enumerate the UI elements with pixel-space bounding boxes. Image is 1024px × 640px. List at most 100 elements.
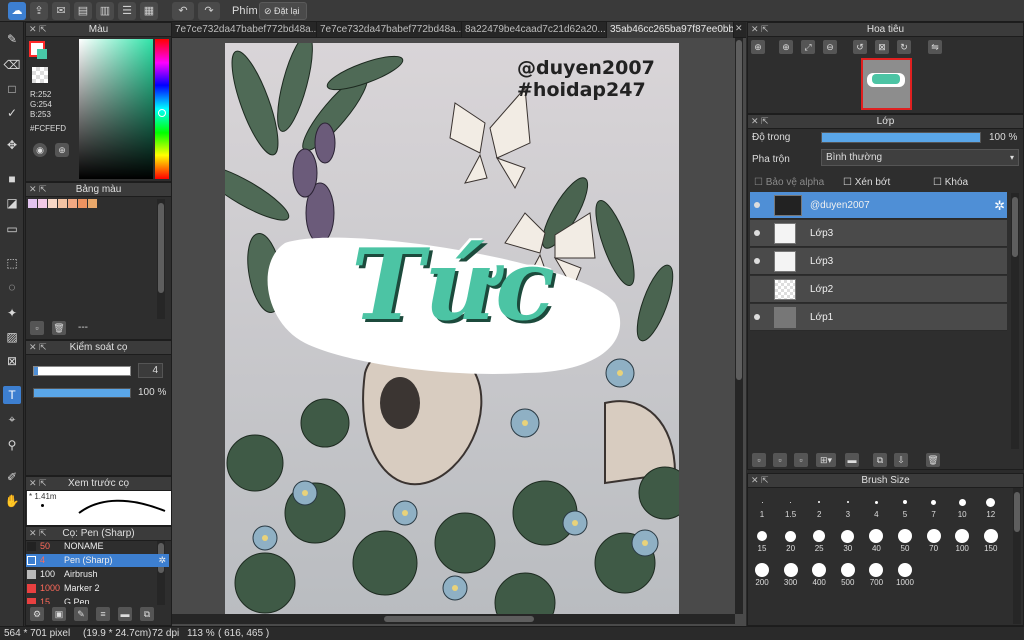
layer-row[interactable]: Lớp3 bbox=[750, 248, 1007, 275]
brush-size-option[interactable]: 10 bbox=[948, 494, 976, 519]
close-icon[interactable]: ✕ bbox=[751, 23, 759, 36]
deselect-icon[interactable]: ⊠ bbox=[3, 352, 21, 370]
brush-size-option[interactable]: 200 bbox=[748, 562, 776, 587]
select-pen-icon[interactable]: ✓ bbox=[3, 104, 21, 122]
rotate-right-icon[interactable]: ↻ bbox=[897, 40, 911, 54]
brush-size-scrollbar[interactable] bbox=[1013, 488, 1021, 624]
palette-swatch[interactable] bbox=[68, 199, 77, 208]
document-tab[interactable]: 8a22479be4caad7c21d62a20... bbox=[462, 22, 607, 38]
share-icon[interactable]: ⇪ bbox=[30, 2, 48, 20]
close-icon[interactable]: ✕ bbox=[29, 341, 37, 354]
new-layer-2-icon[interactable]: ▫ bbox=[773, 453, 787, 467]
grid-icon[interactable]: ▦ bbox=[140, 2, 158, 20]
bucket-tool-icon[interactable]: ◪ bbox=[3, 194, 21, 212]
close-icon[interactable]: ✕ bbox=[29, 183, 37, 196]
select-brush-icon[interactable]: ▨ bbox=[3, 328, 21, 346]
brush-item[interactable]: 15 G Pen bbox=[26, 596, 169, 604]
zoom-in-2-icon[interactable]: ⊕ bbox=[779, 40, 793, 54]
reset-button[interactable]: ⊘ Đặt lại bbox=[259, 2, 307, 20]
layer-add-menu-icon[interactable]: ⊞▾ bbox=[816, 453, 836, 467]
layer-scroll-thumb[interactable] bbox=[1012, 197, 1018, 257]
palette-swatch[interactable] bbox=[38, 199, 47, 208]
brush-size-option[interactable]: 500 bbox=[834, 562, 862, 587]
brush-tool-icon[interactable]: ✎ bbox=[3, 30, 21, 48]
redo-icon[interactable]: ↷ bbox=[198, 2, 220, 20]
canvas-horizontal-scrollbar[interactable] bbox=[172, 614, 735, 624]
brush-size-option[interactable]: 3 bbox=[834, 494, 862, 519]
move-tool-icon[interactable]: ✥ bbox=[3, 136, 21, 154]
brush-size-option[interactable]: 2 bbox=[805, 494, 833, 519]
brush-folder-icon[interactable]: ▬ bbox=[118, 607, 132, 621]
visibility-eye-icon[interactable] bbox=[754, 258, 760, 264]
secondary-color-swatch[interactable] bbox=[37, 49, 47, 59]
close-icon[interactable]: ✕ bbox=[751, 474, 759, 487]
hand-tool-icon[interactable]: ✋ bbox=[3, 492, 21, 510]
brush-size-option[interactable]: 20 bbox=[777, 528, 805, 553]
brush-gear-icon[interactable]: ✲ bbox=[158, 554, 166, 567]
document-tab[interactable]: 7e7ce732da47babef772bd48a... bbox=[172, 22, 317, 38]
document-tab[interactable]: 7e7ce732da47babef772bd48a... bbox=[317, 22, 462, 38]
brush-size-option[interactable]: 30 bbox=[834, 528, 862, 553]
lock-checkbox[interactable]: ☐ Khóa bbox=[933, 177, 968, 188]
brush-size-option[interactable]: 5 bbox=[891, 494, 919, 519]
new-layer-icon[interactable]: ▫ bbox=[752, 453, 766, 467]
close-icon[interactable]: ✕ bbox=[29, 23, 37, 36]
lasso-rect-icon[interactable]: ⬚ bbox=[3, 254, 21, 272]
reset-rotate-icon[interactable]: ⊠ bbox=[875, 40, 889, 54]
document-tab-active[interactable]: 35ab46cc265ba97f87ee0bbd... bbox=[607, 22, 734, 38]
pin-icon[interactable]: ⇱ bbox=[761, 23, 769, 36]
flip-icon[interactable]: ⇋ bbox=[928, 40, 942, 54]
new-palette-icon[interactable]: ▫ bbox=[30, 321, 44, 335]
cloud-icon[interactable]: ☁ bbox=[8, 2, 26, 20]
brush-copy-icon[interactable]: ⧉ bbox=[140, 607, 154, 621]
brush-size-option[interactable]: 4 bbox=[862, 494, 890, 519]
new-layer-3-icon[interactable]: ▫ bbox=[794, 453, 808, 467]
brush-size-option[interactable]: 1000 bbox=[891, 562, 919, 587]
brush-size-option[interactable]: 50 bbox=[891, 528, 919, 553]
layer-scrollbar[interactable] bbox=[1011, 193, 1019, 449]
comment-icon[interactable]: ▤ bbox=[74, 2, 92, 20]
hue-slider[interactable] bbox=[155, 39, 169, 179]
layer-merge-icon[interactable]: ⇩ bbox=[894, 453, 908, 467]
brush-item[interactable]: 4 Pen (Sharp) ✲ bbox=[26, 554, 169, 567]
color-picker-icon[interactable]: ⊕ bbox=[55, 143, 69, 157]
brush-size-option[interactable]: 300 bbox=[777, 562, 805, 587]
magic-wand-icon[interactable]: ✦ bbox=[3, 304, 21, 322]
brush-size-option[interactable]: 70 bbox=[920, 528, 948, 553]
lasso-icon[interactable]: ◌ bbox=[3, 278, 21, 296]
zoom-out-icon[interactable]: ⊖ bbox=[823, 40, 837, 54]
saturation-value-square[interactable] bbox=[79, 39, 153, 179]
blend-mode-select[interactable]: Bình thường ▾ bbox=[821, 149, 1019, 166]
list-icon[interactable]: ☰ bbox=[118, 2, 136, 20]
brush-size-slider[interactable] bbox=[33, 366, 131, 376]
rotate-left-icon[interactable]: ↺ bbox=[853, 40, 867, 54]
delete-layer-icon[interactable]: 🗑 bbox=[926, 453, 940, 467]
brush-list-icon[interactable]: ≡ bbox=[96, 607, 110, 621]
brush-item[interactable]: 50 NONAME bbox=[26, 540, 169, 553]
brush-size-scroll-thumb[interactable] bbox=[1014, 492, 1020, 532]
select-tool-icon[interactable]: □ bbox=[3, 80, 21, 98]
layer-settings-icon[interactable]: ✲ bbox=[994, 198, 1005, 214]
layer-row[interactable]: @duyen2007 ✲ bbox=[750, 192, 1007, 219]
brush-item[interactable]: 1000 Marker 2 bbox=[26, 582, 169, 595]
visibility-eye-icon[interactable] bbox=[754, 230, 760, 236]
brush-size-option[interactable]: 15 bbox=[748, 528, 776, 553]
canvas-vertical-scrollbar[interactable] bbox=[735, 38, 743, 614]
canvas-hscroll-thumb[interactable] bbox=[384, 616, 534, 622]
layer-folder-icon[interactable]: ▬ bbox=[845, 453, 859, 467]
layout-icon[interactable]: ▥ bbox=[96, 2, 114, 20]
fit-icon[interactable]: ⤢ bbox=[801, 40, 815, 54]
pin-icon[interactable]: ⇱ bbox=[39, 477, 47, 490]
delete-palette-icon[interactable]: 🗑 bbox=[52, 321, 66, 335]
pin-icon[interactable]: ⇱ bbox=[39, 341, 47, 354]
hue-handle[interactable] bbox=[158, 109, 166, 117]
brush-size-option[interactable]: 12 bbox=[977, 494, 1005, 519]
visibility-eye-icon[interactable] bbox=[754, 314, 760, 320]
brush-size-option[interactable]: 700 bbox=[862, 562, 890, 587]
pin-icon[interactable]: ⇱ bbox=[39, 527, 47, 540]
brush-size-value[interactable]: 4 bbox=[138, 363, 163, 378]
brush-size-option[interactable]: 1 bbox=[748, 494, 776, 519]
palette-swatch[interactable] bbox=[88, 199, 97, 208]
brush-size-option[interactable]: 25 bbox=[805, 528, 833, 553]
palette-swatch[interactable] bbox=[58, 199, 67, 208]
